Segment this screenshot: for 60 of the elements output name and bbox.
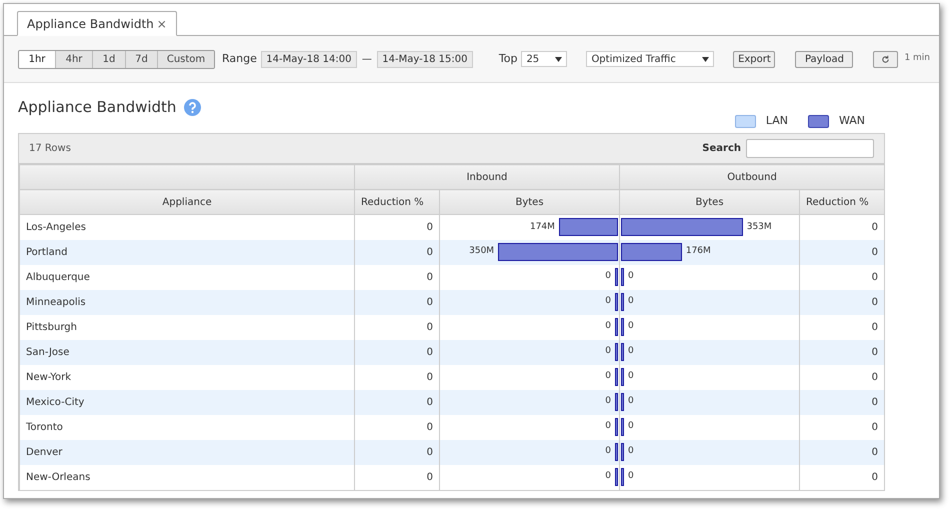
range-separator: — xyxy=(362,52,372,66)
time-range-button[interactable]: 7d xyxy=(125,50,157,68)
tab[interactable]: Appliance Bandwidth × xyxy=(17,11,177,36)
column-header: Reduction % xyxy=(800,190,884,214)
bytes-value: 0 xyxy=(628,270,634,284)
bytes-value: 0 xyxy=(628,470,634,484)
table-cell: 0 xyxy=(800,464,884,490)
appliance-cell: New-Orleans xyxy=(20,464,354,490)
search-label: Search xyxy=(702,142,741,156)
bytes-value: 0 xyxy=(605,470,611,484)
bytes-value: 0 xyxy=(605,395,611,408)
caret-icon xyxy=(702,56,710,62)
close-icon[interactable]: × xyxy=(156,14,167,32)
bytes-value: 0 xyxy=(605,295,611,308)
table-cell: 0 xyxy=(354,464,440,490)
bytes-value: 0 xyxy=(628,420,634,434)
time-range-button[interactable]: 4hr xyxy=(55,50,92,68)
range-label: Range xyxy=(222,50,257,67)
column-header: Bytes xyxy=(620,190,800,214)
bytes-value: 0 xyxy=(605,370,611,384)
column-header: Appliance xyxy=(20,190,354,214)
bytes-value: 350M xyxy=(469,245,494,258)
bytes-value: 0 xyxy=(605,445,611,458)
refresh-icon xyxy=(881,54,890,64)
bytes-value: 0 xyxy=(628,345,634,358)
bytes-value: 0 xyxy=(628,320,634,334)
payload-button[interactable]: Payload xyxy=(795,50,854,68)
time-range-button[interactable]: 1d xyxy=(92,50,125,68)
column-group-header: Inbound xyxy=(354,164,620,190)
bytes-value: 0 xyxy=(605,345,611,358)
export-button[interactable]: Export xyxy=(733,50,776,68)
column-group-header: Outbound xyxy=(620,164,884,190)
bytes-value: 0 xyxy=(605,320,611,334)
top-label: Top xyxy=(498,50,518,67)
bytes-value: 174M xyxy=(530,220,555,234)
start-time-field[interactable]: 14-May-18 14:00 xyxy=(260,50,357,68)
bytes-value: 0 xyxy=(605,270,611,284)
search-field[interactable] xyxy=(746,139,874,158)
page-title: Appliance Bandwidth xyxy=(18,97,176,118)
bytes-value: 353M xyxy=(746,220,772,234)
help-icon[interactable] xyxy=(184,98,202,116)
top-count-dropdown[interactable]: 25 xyxy=(521,51,568,67)
bytes-value: 176M xyxy=(686,245,711,258)
caret-icon xyxy=(555,56,562,62)
bytes-value: 0 xyxy=(628,445,634,458)
bytes-value: 0 xyxy=(605,420,611,434)
legend-label: LAN xyxy=(766,113,788,129)
legend-label: WAN xyxy=(838,113,865,129)
refresh-button[interactable] xyxy=(873,50,898,68)
time-range-button[interactable]: Custom xyxy=(157,50,214,68)
bytes-value: 0 xyxy=(628,295,634,308)
column-header: Reduction % xyxy=(354,190,440,214)
traffic-dropdown[interactable]: Optimized Traffic xyxy=(586,51,714,67)
refresh-interval: 1 min xyxy=(904,52,930,66)
time-range-button[interactable]: 1hr xyxy=(19,50,55,68)
column-header: Bytes xyxy=(440,190,620,214)
bytes-value: 0 xyxy=(628,370,634,384)
bytes-value: 0 xyxy=(628,395,634,408)
row-count: 17 Rows xyxy=(29,142,71,156)
end-time-field[interactable]: 14-May-18 15:00 xyxy=(376,50,473,68)
